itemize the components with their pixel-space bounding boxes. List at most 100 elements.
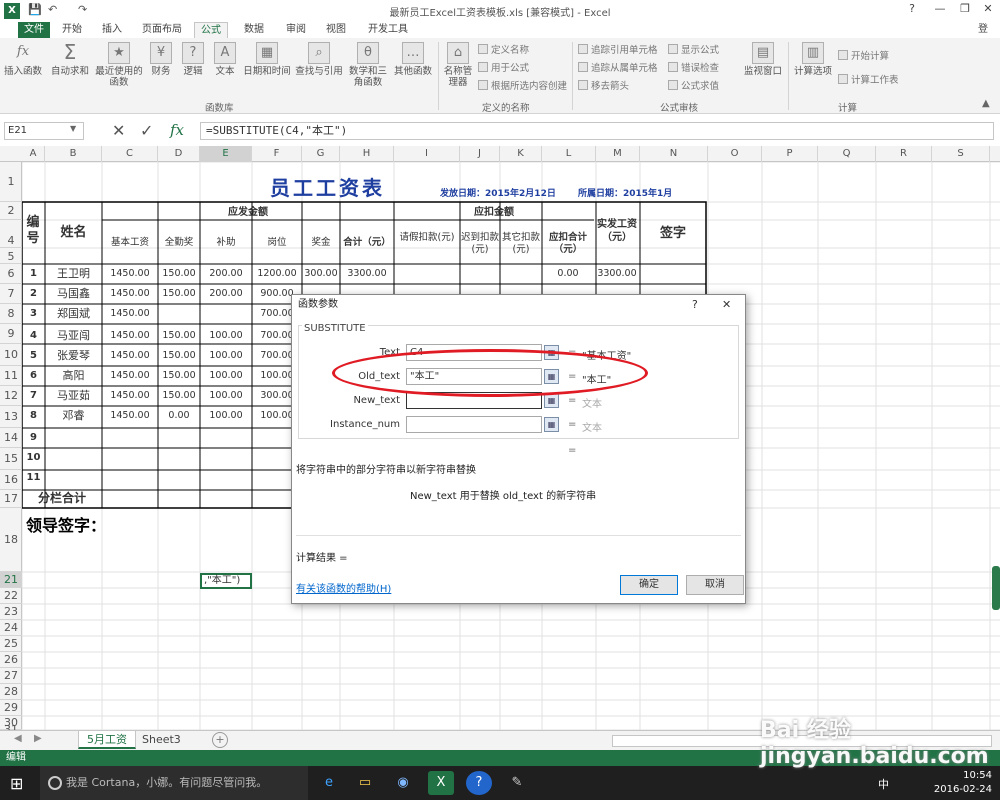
emp-no[interactable]: 6 [22,366,45,386]
define-name-button[interactable]: 定义名称 [478,44,529,57]
row-header[interactable]: 13 [0,406,22,428]
row-header[interactable]: 1 [0,162,22,202]
row-header[interactable]: 24 [0,620,22,636]
row-header[interactable]: 8 [0,304,22,324]
emp-attendance[interactable]: 0.00 [158,406,200,426]
emp-subsidy[interactable]: 100.00 [200,386,252,406]
column-header[interactable]: P [762,146,818,162]
subtotal-label[interactable]: 分栏合计 [22,488,102,508]
recent-functions-button[interactable]: ★ 最近使用的函数 [92,42,146,88]
column-header[interactable]: I [394,146,460,162]
sub-header[interactable]: 迟到扣款(元) [460,222,500,264]
row-header[interactable]: 17 [0,490,22,508]
close-icon[interactable]: ✕ [978,2,998,15]
emp-attendance[interactable]: 150.00 [158,326,200,346]
sub-header[interactable]: 奖金 [302,222,340,264]
tab-review[interactable]: 审阅 [280,22,312,38]
emp-no[interactable]: 1 [22,264,45,284]
restore-icon[interactable]: ❐ [955,2,975,15]
row-header[interactable]: 18 [0,508,22,572]
tab-view[interactable]: 视图 [320,22,352,38]
sub-header[interactable]: 应扣合计（元） [542,222,594,264]
show-formulas-button[interactable]: 显示公式 [668,44,719,57]
emp-no[interactable]: 10 [22,448,45,468]
emp-no[interactable]: 3 [22,304,45,324]
minimize-icon[interactable]: — [930,2,950,15]
clock[interactable]: 10:54 2016-02-24 [934,769,992,797]
emp-base[interactable]: 1450.00 [102,346,158,366]
tab-home[interactable]: 开始 [56,22,88,38]
emp-no[interactable]: 5 [22,346,45,366]
more-functions-button[interactable]: … 其他函数 [390,42,436,77]
login-link[interactable]: 登录 [972,22,1000,50]
row-header[interactable]: 28 [0,684,22,700]
emp-attendance[interactable]: 150.00 [158,386,200,406]
tab-formulas[interactable]: 公式 [194,22,228,38]
name-box-dropdown-icon[interactable]: ▼ [70,124,76,133]
emp-attendance[interactable] [158,304,200,324]
emp-no[interactable]: 2 [22,284,45,304]
row-header[interactable]: 16 [0,470,22,490]
calc-sheet-button[interactable]: 计算工作表 [838,74,899,87]
cancel-button[interactable]: 取消 [686,575,744,595]
header-sign[interactable]: 签字 [640,222,706,246]
use-in-formula-button[interactable]: 用于公式 [478,62,529,75]
tab-insert[interactable]: 插入 [96,22,128,38]
edge-icon[interactable]: e [316,771,342,795]
row-header[interactable]: 22 [0,588,22,604]
row-header[interactable]: 25 [0,636,22,652]
emp-subsidy[interactable]: 200.00 [200,264,252,284]
emp-base[interactable]: 1450.00 [102,406,158,426]
sheet-tab-may[interactable]: 5月工资 [78,731,136,749]
row-header[interactable]: 12 [0,386,22,406]
emp-subsidy[interactable]: 100.00 [200,346,252,366]
column-header[interactable]: C [102,146,158,162]
emp-name[interactable]: 郑国斌 [45,304,102,324]
emp-base[interactable]: 1450.00 [102,304,158,324]
excel-taskbar-icon[interactable]: X [428,771,454,795]
ok-button[interactable]: 确定 [620,575,678,595]
insert-function-button[interactable]: fx 插入函数 [2,42,44,77]
fx-icon[interactable]: fx [170,121,184,139]
sheet-tab-sheet3[interactable]: Sheet3 [134,731,189,749]
sub-header[interactable]: 其它扣款(元) [500,222,542,264]
trace-precedents-button[interactable]: 追踪引用单元格 [578,44,658,57]
dialog-close-icon[interactable]: ✕ [722,298,731,311]
remove-arrows-button[interactable]: 移去箭头 [578,80,629,93]
emp-post[interactable]: 1200.00 [252,264,302,284]
enter-icon[interactable]: ✓ [140,121,153,140]
ime-indicator[interactable]: 中 [878,776,889,792]
column-header[interactable]: R [876,146,932,162]
row-header[interactable]: 27 [0,668,22,684]
emp-no[interactable]: 11 [22,468,45,488]
emp-base[interactable]: 1450.00 [102,264,158,284]
collapse-ribbon-icon[interactable]: ▲ [982,98,990,109]
emp-bonus[interactable]: 300.00 [302,264,340,284]
emp-name[interactable]: 马亚茹 [45,386,102,406]
sub-header[interactable]: 基本工资 [102,222,158,264]
column-header[interactable]: D [158,146,200,162]
emp-attendance[interactable]: 150.00 [158,366,200,386]
paint-icon[interactable]: ✎ [504,771,530,795]
help-icon[interactable]: ? [902,2,922,15]
calc-now-button[interactable]: 开始计算 [838,50,889,63]
emp-base[interactable]: 1450.00 [102,386,158,406]
arg-input-instance-num[interactable] [406,416,542,433]
column-header[interactable]: L [542,146,596,162]
sub-header[interactable]: 请假扣款(元) [394,222,460,264]
emp-no[interactable]: 8 [22,406,45,426]
vertical-scrollbar-thumb[interactable] [992,566,1000,610]
text-button[interactable]: A 文本 [210,42,240,77]
create-from-selection-button[interactable]: 根据所选内容创建 [478,80,567,93]
dialog-help-icon[interactable]: ? [692,298,698,311]
row-header[interactable]: 11 [0,366,22,386]
watch-window-button[interactable]: ▤ 监视窗口 [740,42,786,77]
emp-total[interactable]: 3300.00 [340,264,394,284]
row-header[interactable]: 29 [0,700,22,716]
prev-sheet-icon[interactable]: ◀ [14,733,22,744]
row-header[interactable]: 7 [0,284,22,304]
row-header[interactable]: 2 [0,202,22,220]
datetime-button[interactable]: ▦ 日期和时间 [242,42,292,77]
browser-icon[interactable]: ◉ [390,771,416,795]
emp-subsidy[interactable]: 100.00 [200,406,252,426]
